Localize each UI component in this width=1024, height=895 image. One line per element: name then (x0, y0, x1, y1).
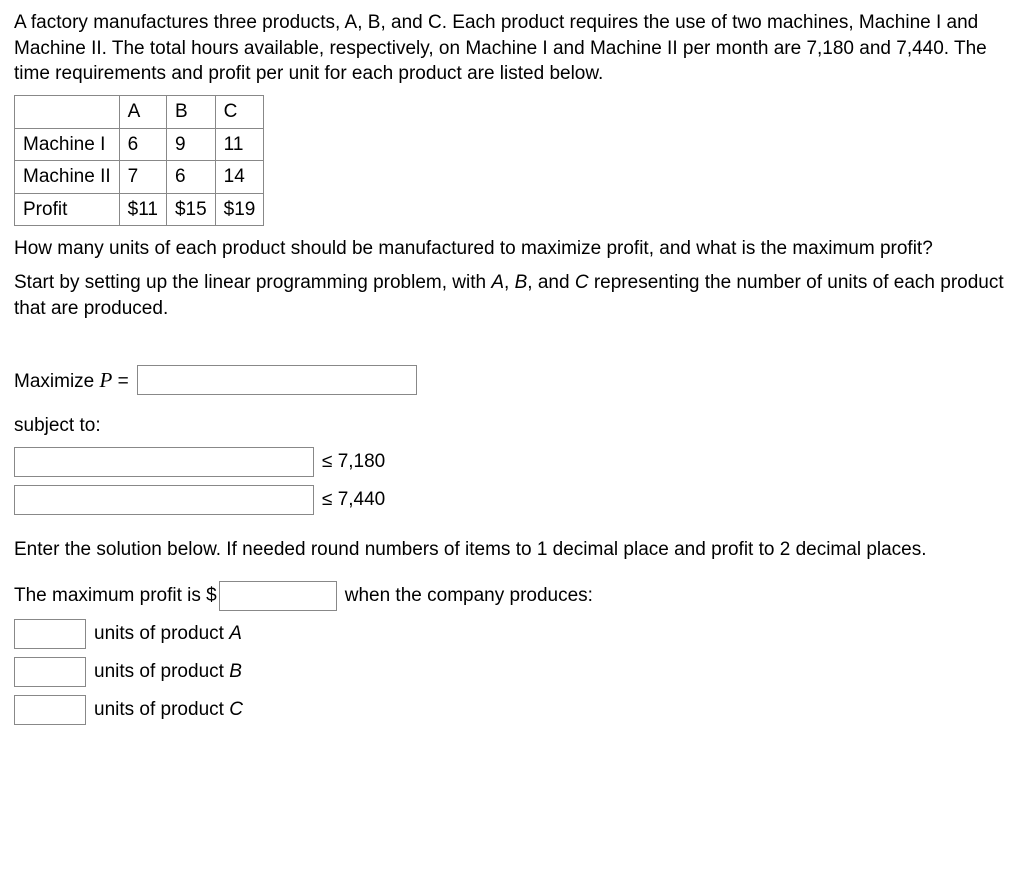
table-row: Machine I 6 9 11 (15, 128, 264, 161)
units-A-input[interactable] (14, 619, 86, 649)
maximize-label: Maximize P = (14, 366, 129, 395)
max-profit-input[interactable] (219, 581, 337, 611)
intro-text: A factory manufactures three products, A… (14, 10, 1010, 87)
cell: 6 (119, 128, 166, 161)
var-C: C (575, 272, 589, 293)
row-label: Machine II (15, 161, 120, 194)
table-header-B: B (166, 95, 215, 128)
var-A: A (491, 272, 504, 293)
data-table: A B C Machine I 6 9 11 Machine II 7 6 14… (14, 95, 264, 227)
units-B-label: units of product B (94, 659, 242, 685)
units-A-text: units of product (94, 623, 229, 644)
units-B-row: units of product B (14, 657, 1010, 687)
table-header-row: A B C (15, 95, 264, 128)
var-B: B (515, 272, 528, 293)
setup-prefix: Start by setting up the linear programmi… (14, 272, 491, 293)
constraint-1-row: ≤ 7,180 (14, 447, 1010, 477)
var-A-2: A (229, 623, 242, 644)
cell: $19 (215, 193, 264, 226)
sep: , (504, 272, 515, 293)
question-text: How many units of each product should be… (14, 236, 1010, 262)
maximize-text: Maximize (14, 371, 100, 392)
P-var: P (100, 368, 113, 392)
table-header-blank (15, 95, 120, 128)
units-B-text: units of product (94, 661, 229, 682)
table-row: Machine II 7 6 14 (15, 161, 264, 194)
units-C-text: units of product (94, 699, 229, 720)
cell: $11 (119, 193, 166, 226)
units-C-label: units of product C (94, 697, 243, 723)
solution-instructions: Enter the solution below. If needed roun… (14, 537, 1010, 563)
max-profit-prefix: The maximum profit is $ (14, 583, 217, 609)
table-header-A: A (119, 95, 166, 128)
cell: 6 (166, 161, 215, 194)
cell: 9 (166, 128, 215, 161)
row-label: Machine I (15, 128, 120, 161)
units-C-row: units of product C (14, 695, 1010, 725)
row-label: Profit (15, 193, 120, 226)
var-C-2: C (229, 699, 243, 720)
and: , and (527, 272, 575, 293)
setup-text: Start by setting up the linear programmi… (14, 270, 1010, 321)
units-B-input[interactable] (14, 657, 86, 687)
max-profit-row: The maximum profit is $ when the company… (14, 581, 1010, 611)
cell: 14 (215, 161, 264, 194)
maximize-row: Maximize P = (14, 365, 1010, 395)
equals: = (112, 371, 128, 392)
max-profit-suffix: when the company produces: (345, 583, 593, 609)
subject-to-label: subject to: (14, 413, 1010, 439)
constraint-1-rhs: ≤ 7,180 (322, 449, 385, 475)
cell: 11 (215, 128, 264, 161)
cell: $15 (166, 193, 215, 226)
units-A-label: units of product A (94, 621, 242, 647)
units-C-input[interactable] (14, 695, 86, 725)
var-B-2: B (229, 661, 242, 682)
cell: 7 (119, 161, 166, 194)
table-header-C: C (215, 95, 264, 128)
constraint-2-row: ≤ 7,440 (14, 485, 1010, 515)
table-row: Profit $11 $15 $19 (15, 193, 264, 226)
constraint-1-input[interactable] (14, 447, 314, 477)
constraint-2-rhs: ≤ 7,440 (322, 487, 385, 513)
objective-input[interactable] (137, 365, 417, 395)
constraint-2-input[interactable] (14, 485, 314, 515)
units-A-row: units of product A (14, 619, 1010, 649)
